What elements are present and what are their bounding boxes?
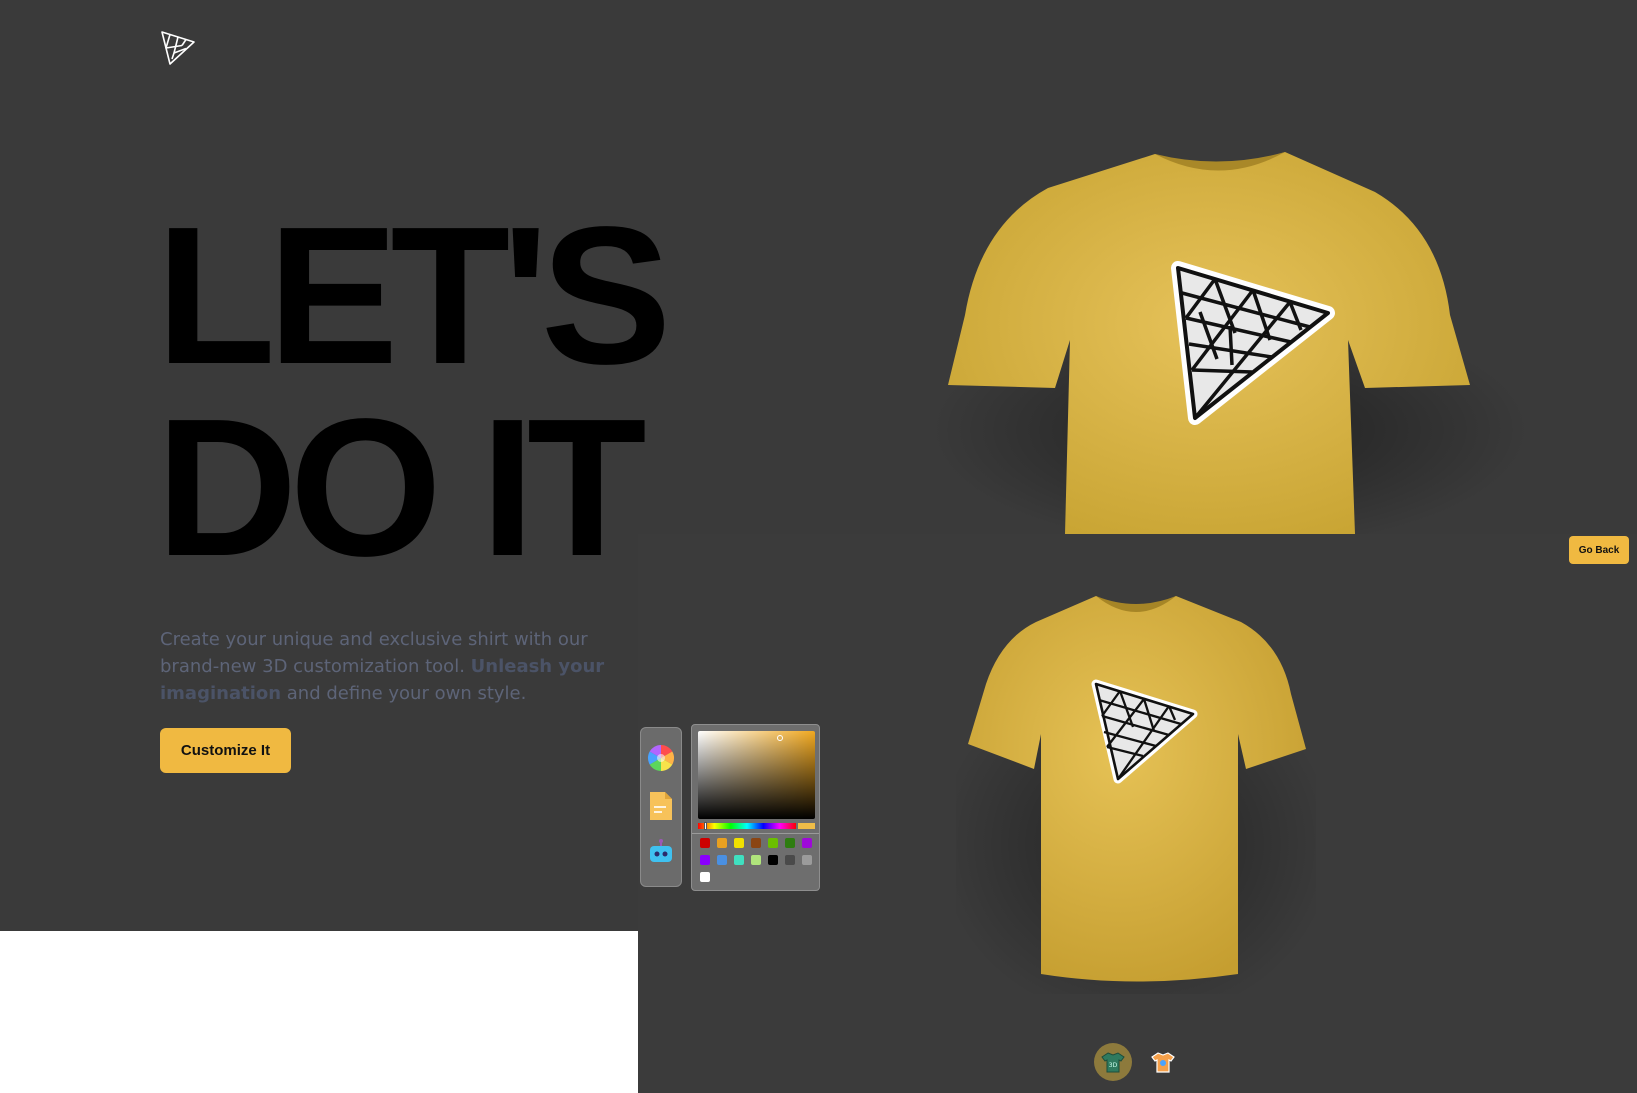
shirt-3d-preview[interactable] bbox=[956, 584, 1316, 994]
saturation-picker[interactable] bbox=[698, 731, 815, 819]
ai-robot-icon bbox=[650, 839, 672, 867]
filter-tab-stylish-shirt[interactable] bbox=[1144, 1043, 1182, 1081]
headline-line-2: DO IT bbox=[156, 378, 647, 597]
editor-tabs bbox=[640, 727, 682, 887]
color-wheel-icon bbox=[647, 744, 675, 772]
color-swatch[interactable] bbox=[700, 872, 710, 882]
go-back-button[interactable]: Go Back bbox=[1569, 536, 1629, 564]
color-swatch[interactable] bbox=[700, 838, 710, 848]
intro-text-part-2: and define your own style. bbox=[281, 683, 527, 704]
picker-divider bbox=[692, 833, 819, 834]
color-swatch[interactable] bbox=[802, 855, 812, 865]
hue-handle[interactable] bbox=[704, 822, 707, 830]
file-icon bbox=[650, 792, 672, 820]
tab-aipicker[interactable] bbox=[646, 838, 676, 870]
color-swatch[interactable] bbox=[751, 838, 761, 848]
svg-text:3D: 3D bbox=[1109, 1062, 1118, 1069]
color-swatch[interactable] bbox=[785, 838, 795, 848]
color-swatch[interactable] bbox=[734, 855, 744, 865]
saturation-handle[interactable] bbox=[777, 735, 783, 741]
threejs-logo-icon[interactable] bbox=[160, 30, 196, 66]
color-swatch[interactable] bbox=[734, 838, 744, 848]
customize-it-button[interactable]: Customize It bbox=[160, 728, 291, 773]
current-color-swatch bbox=[798, 823, 815, 829]
filter-tab-logo-shirt[interactable]: 3D bbox=[1094, 1043, 1132, 1081]
hero-shirt-render bbox=[930, 152, 1530, 534]
filter-tabs: 3D bbox=[1094, 1043, 1182, 1081]
tab-colorpicker[interactable] bbox=[646, 742, 676, 774]
color-swatch[interactable] bbox=[700, 855, 710, 865]
logo-shirt-icon: 3D bbox=[1101, 1052, 1125, 1073]
headline-line-1: LET'S bbox=[156, 186, 672, 405]
color-swatch[interactable] bbox=[768, 855, 778, 865]
customizer-page: Go Back 3D bbox=[638, 534, 1637, 1093]
color-swatch[interactable] bbox=[768, 838, 778, 848]
tab-filepicker[interactable] bbox=[646, 790, 676, 822]
app-stage: LET'S DO IT Create your unique and exclu… bbox=[0, 0, 1637, 1093]
intro-text: Create your unique and exclusive shirt w… bbox=[160, 626, 650, 707]
preset-swatches bbox=[700, 838, 812, 882]
blank-area bbox=[0, 931, 638, 1093]
color-swatch[interactable] bbox=[717, 838, 727, 848]
color-swatch[interactable] bbox=[751, 855, 761, 865]
color-swatch[interactable] bbox=[717, 855, 727, 865]
color-swatch[interactable] bbox=[785, 855, 795, 865]
hero-headline: LET'S DO IT bbox=[156, 186, 672, 597]
stylish-shirt-icon bbox=[1151, 1052, 1175, 1073]
hue-slider[interactable] bbox=[698, 823, 796, 829]
color-picker bbox=[691, 724, 820, 891]
color-swatch[interactable] bbox=[802, 838, 812, 848]
